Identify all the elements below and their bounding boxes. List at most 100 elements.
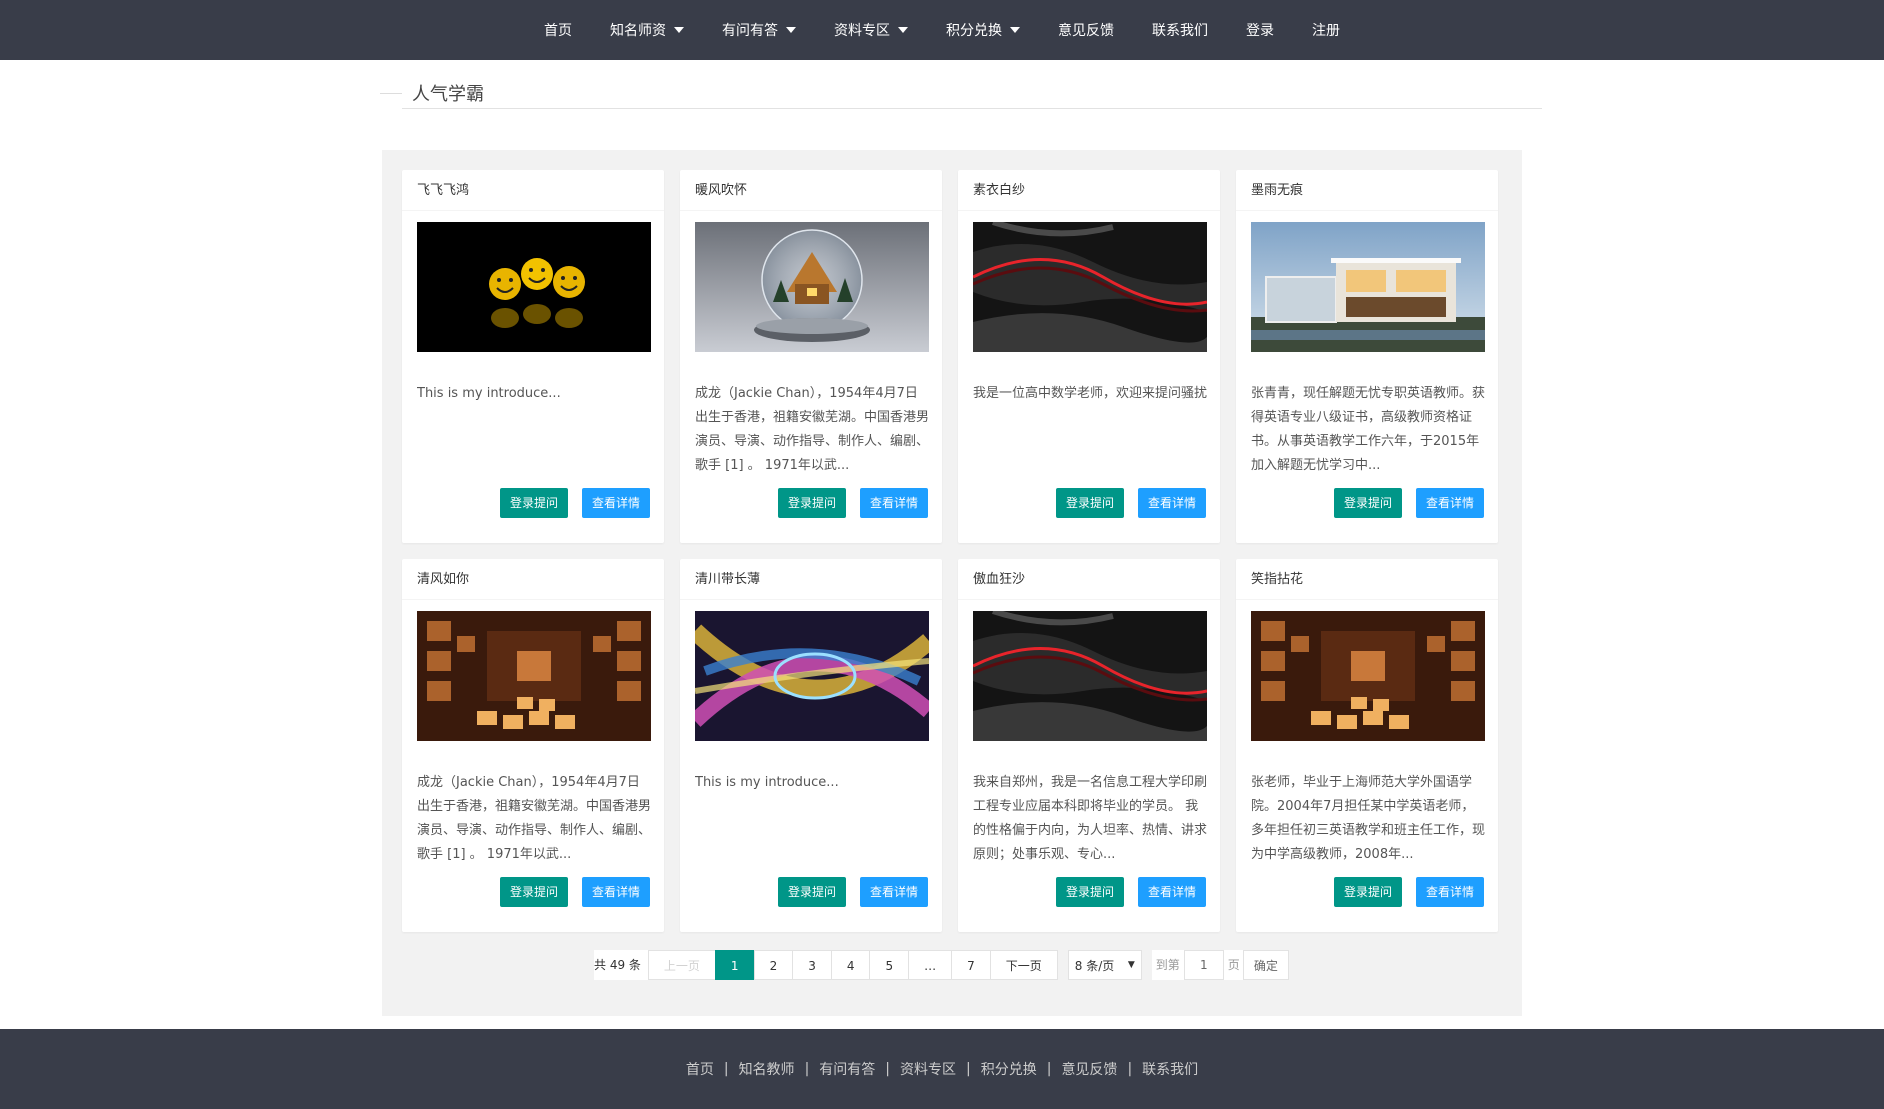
teacher-photo[interactable] — [417, 222, 651, 352]
caret-down-icon — [674, 27, 684, 33]
dark-waves-image — [973, 611, 1207, 741]
footer: 首页 | 知名教师 | 有问有答 | 资料专区 | 积分兑换 | 意见反馈 | … — [0, 1029, 1884, 1109]
title-decoration-line — [380, 93, 402, 94]
nav-label: 注册 — [1312, 23, 1340, 39]
colorful-swirl-image — [695, 611, 929, 741]
nav-item-teachers[interactable]: 知名师资 — [610, 20, 684, 40]
footer-link-teachers[interactable]: 知名教师 — [739, 1059, 795, 1079]
teacher-intro: 我是一位高中数学老师，欢迎来提问骚扰 — [973, 386, 1207, 401]
teacher-intro: This is my introduce... — [417, 386, 561, 401]
teacher-card: 飞飞飞鸿 This is my introduce... 登录提问 查看详情 — [402, 170, 664, 543]
orange-cubes-image — [417, 611, 651, 741]
page-button[interactable]: 2 — [753, 950, 794, 980]
teacher-card: 清风如你 成龙（Jackie Chan），1954年4月7日出生于香港，祖籍安徽… — [402, 559, 664, 932]
nav-item-feedback[interactable]: 意见反馈 — [1058, 20, 1114, 40]
teacher-intro: 张老师，毕业于上海师范大学外国语学院。2004年7月担任某中学英语老师，多年担任… — [1251, 775, 1485, 862]
teacher-card: 暖风吹怀 成龙（Jackie Chan），1954年4月7日出生于香港，祖籍安徽… — [680, 170, 942, 543]
teacher-photo[interactable] — [695, 611, 929, 741]
teacher-card: 墨雨无痕 张青青，现任解题无忧专职英语教师。获得英语专业八级证书，高级教师资格证… — [1236, 170, 1498, 543]
footer-separator: | — [804, 1061, 810, 1077]
prev-page-button[interactable]: 上一页 — [647, 950, 716, 980]
footer-separator: | — [1127, 1061, 1133, 1077]
footer-link-home[interactable]: 首页 — [686, 1059, 714, 1079]
caret-down-icon — [898, 27, 908, 33]
dropdown-arrow-icon: ▼ — [1127, 960, 1135, 970]
teacher-name: 暖风吹怀 — [680, 170, 942, 211]
teacher-photo[interactable] — [695, 222, 929, 352]
login-ask-button[interactable]: 登录提问 — [778, 877, 847, 907]
nav-item-login[interactable]: 登录 — [1246, 20, 1274, 40]
view-detail-button[interactable]: 查看详情 — [1138, 877, 1207, 907]
section-title: 人气学霸 — [412, 84, 484, 105]
login-ask-button[interactable]: 登录提问 — [500, 488, 569, 518]
total-count: 共 49 条 — [594, 950, 649, 980]
nav-label: 资料专区 — [834, 23, 890, 39]
nav-label: 联系我们 — [1152, 23, 1208, 39]
teacher-card: 清川带长薄 This is my introduce... 登录提问 查看详情 — [680, 559, 942, 932]
orange-cubes-image — [1251, 611, 1485, 741]
nav-label: 有问有答 — [722, 23, 778, 39]
page-size-select[interactable]: 8 条/页 ▼ — [1067, 950, 1142, 980]
nav-label: 积分兑换 — [946, 23, 1002, 39]
teacher-card: 素衣白纱 我是一位高中数学老师，欢迎来提问骚扰 登录提问 查看详情 — [958, 170, 1220, 543]
teacher-intro: 成龙（Jackie Chan），1954年4月7日出生于香港，祖籍安徽芜湖。中国… — [695, 386, 929, 473]
page-jump: 到第 页 确定 — [1151, 950, 1289, 980]
teacher-photo[interactable] — [973, 611, 1207, 741]
nav-item-qa[interactable]: 有问有答 — [722, 20, 796, 40]
login-ask-button[interactable]: 登录提问 — [1334, 488, 1403, 518]
pagination: 共 49 条 上一页 1 2 3 4 5 … 7 下一页 8 条/页 ▼ 到第 … — [594, 950, 1289, 980]
page-size-value: 8 条/页 — [1074, 958, 1115, 973]
teacher-photo[interactable] — [1251, 611, 1485, 741]
caret-down-icon — [1010, 27, 1020, 33]
goto-label: 到第 — [1151, 950, 1184, 980]
footer-link-feedback[interactable]: 意见反馈 — [1061, 1059, 1117, 1079]
teacher-panel: 飞飞飞鸿 This is my introduce... 登录提问 查看详情 暖… — [382, 150, 1522, 1016]
login-ask-button[interactable]: 登录提问 — [1056, 488, 1125, 518]
view-detail-button[interactable]: 查看详情 — [860, 877, 929, 907]
confirm-jump-button[interactable]: 确定 — [1242, 950, 1289, 980]
page-button[interactable]: 7 — [951, 950, 991, 980]
nav-item-register[interactable]: 注册 — [1312, 20, 1340, 40]
nav-item-home[interactable]: 首页 — [544, 20, 572, 40]
nav-item-points[interactable]: 积分兑换 — [946, 20, 1020, 40]
view-detail-button[interactable]: 查看详情 — [582, 877, 651, 907]
teacher-card: 傲血狂沙 我来自郑州，我是一名信息工程大学印刷工程专业应届本科即将毕业的学员。 … — [958, 559, 1220, 932]
footer-separator: | — [723, 1061, 729, 1077]
nav-item-resources[interactable]: 资料专区 — [834, 20, 908, 40]
page-ellipsis: … — [908, 950, 953, 980]
footer-link-resources[interactable]: 资料专区 — [900, 1059, 956, 1079]
page-button[interactable]: 3 — [792, 950, 832, 980]
page-number-input[interactable] — [1183, 950, 1224, 980]
view-detail-button[interactable]: 查看详情 — [582, 488, 651, 518]
teacher-photo[interactable] — [973, 222, 1207, 352]
page-button[interactable]: 4 — [830, 950, 871, 980]
view-detail-button[interactable]: 查看详情 — [860, 488, 929, 518]
teacher-name: 清川带长薄 — [680, 559, 942, 600]
page-button[interactable]: 5 — [869, 950, 910, 980]
footer-link-qa[interactable]: 有问有答 — [819, 1059, 875, 1079]
view-detail-button[interactable]: 查看详情 — [1416, 877, 1485, 907]
teacher-photo[interactable] — [1251, 222, 1485, 352]
teacher-name: 素衣白纱 — [958, 170, 1220, 211]
footer-link-points[interactable]: 积分兑换 — [981, 1059, 1037, 1079]
login-ask-button[interactable]: 登录提问 — [1056, 877, 1125, 907]
view-detail-button[interactable]: 查看详情 — [1138, 488, 1207, 518]
nav-item-contact[interactable]: 联系我们 — [1152, 20, 1208, 40]
snow-globe-image — [695, 222, 929, 352]
teacher-photo[interactable] — [417, 611, 651, 741]
teacher-intro: 张青青，现任解题无忧专职英语教师。获得英语专业八级证书，高级教师资格证书。从事英… — [1251, 386, 1485, 473]
dark-waves-image — [973, 222, 1207, 352]
teacher-card: 笑指拈花 张老师，毕业于上海师范大学外国语学院。2004年7月担任某中学英语老师… — [1236, 559, 1498, 932]
next-page-button[interactable]: 下一页 — [989, 950, 1058, 980]
login-ask-button[interactable]: 登录提问 — [778, 488, 847, 518]
teacher-name: 清风如你 — [402, 559, 664, 600]
modern-house-image — [1251, 222, 1485, 352]
view-detail-button[interactable]: 查看详情 — [1416, 488, 1485, 518]
footer-separator: | — [885, 1061, 890, 1077]
caret-down-icon — [786, 27, 796, 33]
login-ask-button[interactable]: 登录提问 — [1334, 877, 1403, 907]
login-ask-button[interactable]: 登录提问 — [500, 877, 569, 907]
teacher-name: 飞飞飞鸿 — [402, 170, 664, 211]
page-button[interactable]: 1 — [714, 950, 755, 980]
footer-link-contact[interactable]: 联系我们 — [1142, 1059, 1198, 1079]
